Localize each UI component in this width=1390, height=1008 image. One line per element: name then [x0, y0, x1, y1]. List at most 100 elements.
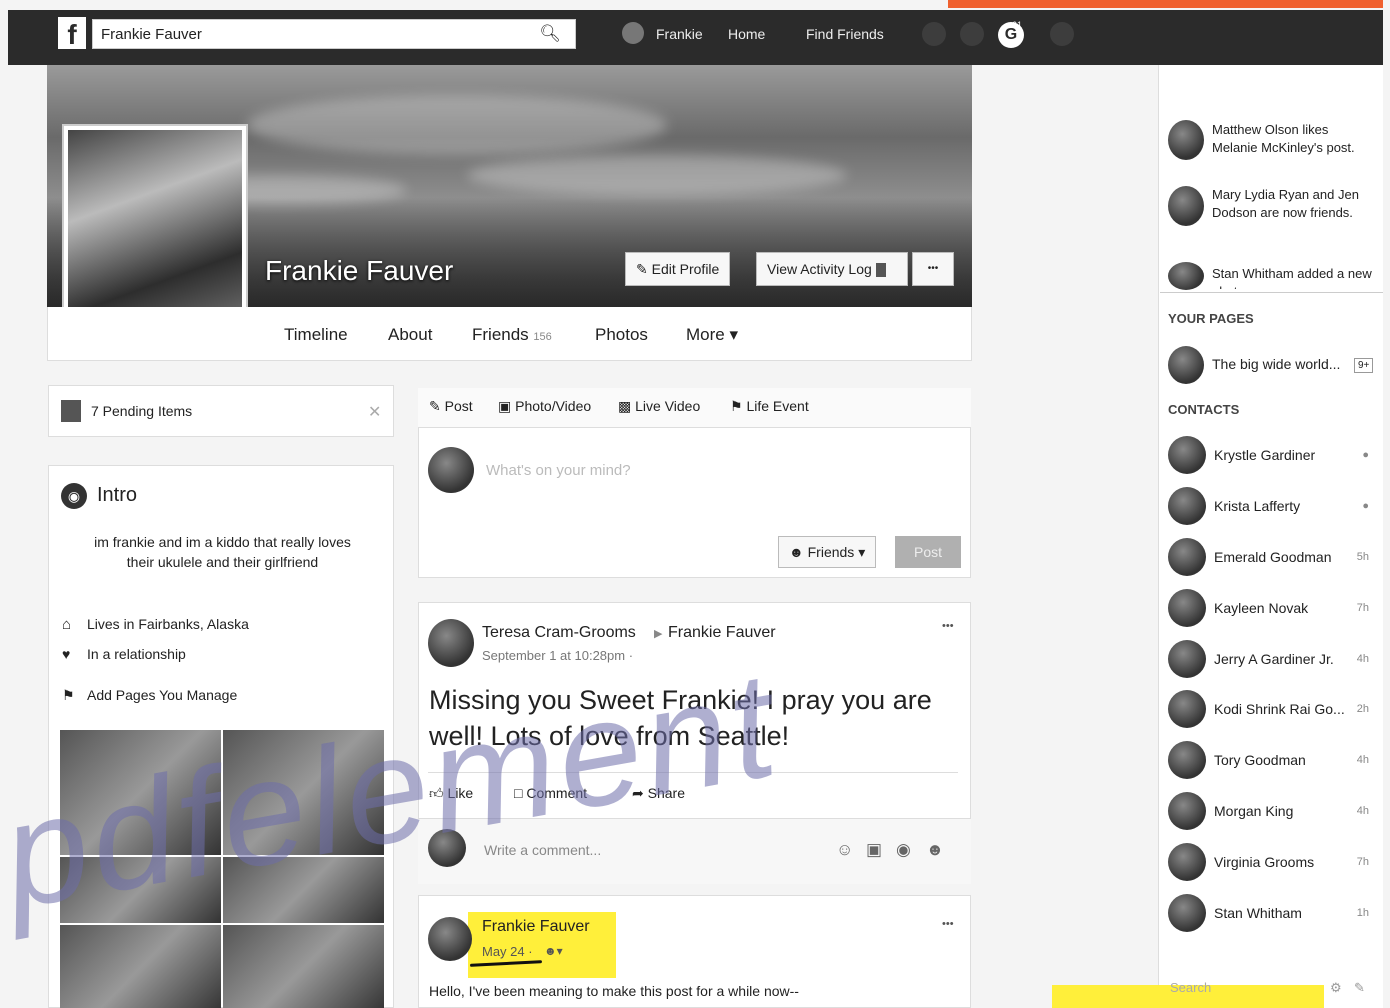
contact-item[interactable]: Emerald Goodman 5h [1168, 538, 1373, 582]
contact-item[interactable]: Krista Lafferty ● [1168, 487, 1373, 531]
video-icon: ▩ [618, 398, 636, 414]
ticker-item[interactable]: Mary Lydia Ryan and Jen Dodson are now f… [1212, 186, 1372, 222]
composer-tab-photo[interactable]: ▣ Photo/Video [498, 398, 591, 415]
composer-tab-post[interactable]: ✎ Post [429, 398, 473, 415]
post-options-icon[interactable]: ••• [942, 620, 954, 632]
page-avatar[interactable] [1168, 346, 1204, 384]
contact-item[interactable]: Tory Goodman 4h [1168, 741, 1373, 785]
photo-thumbnail[interactable] [223, 925, 384, 1008]
search-input[interactable] [93, 20, 533, 48]
camera-icon: ▣ [498, 398, 516, 414]
audience-dropdown-icon[interactable]: ☻▾ [544, 944, 563, 958]
sidebar-divider [1160, 292, 1383, 293]
post-button[interactable]: Post [895, 536, 961, 568]
nav-find-friends-link[interactable]: Find Friends [806, 26, 884, 42]
messages-icon[interactable] [960, 22, 984, 46]
contact-name: Kayleen Novak [1214, 600, 1309, 616]
tab-friends[interactable]: Friends 156 [472, 325, 552, 345]
gif-icon[interactable]: ◉ [896, 840, 911, 860]
contact-name: Tory Goodman [1214, 752, 1306, 768]
sticker-icon[interactable]: ☻ [926, 840, 944, 860]
close-icon[interactable]: ✕ [368, 402, 381, 422]
friend-requests-icon[interactable] [922, 22, 946, 46]
post-author-link[interactable]: Frankie Fauver [482, 918, 590, 936]
search-box[interactable]: 🔍︎ [92, 19, 576, 49]
profile-name: Frankie Fauver [265, 255, 454, 286]
user-avatar-icon[interactable] [622, 22, 644, 44]
post-timestamp[interactable]: September 1 at 10:28pm · [482, 648, 633, 663]
post-author-link[interactable]: Teresa Cram-Grooms [482, 624, 636, 642]
view-activity-log-button[interactable]: View Activity Log [756, 252, 908, 286]
composer-tab-live[interactable]: ▩ Live Video [618, 398, 700, 415]
pencil-icon: ✎ [636, 261, 648, 277]
comment-input[interactable]: Write a comment... [484, 842, 601, 858]
contact-item[interactable]: Kodi Shrink Rai Go... 2h [1168, 690, 1373, 734]
audience-selector[interactable]: ☻ Friends ▾ [778, 536, 877, 568]
contact-status: 5h [1356, 551, 1369, 563]
camera-icon[interactable]: ▣ [866, 840, 882, 860]
tab-friends-label: Friends [472, 325, 529, 344]
ticker-avatar[interactable] [1168, 186, 1204, 226]
contact-item[interactable]: Jerry A Gardiner Jr. 4h [1168, 640, 1373, 684]
photo-thumbnail[interactable] [60, 925, 221, 1008]
post-text: Missing you Sweet Frankie! I pray you ar… [429, 685, 932, 751]
photo-thumbnail[interactable] [223, 857, 384, 923]
post-author-avatar[interactable] [428, 917, 472, 961]
contact-avatar [1168, 538, 1206, 576]
post-timestamp[interactable]: May 24 · [482, 944, 533, 959]
add-pages-link[interactable]: Add Pages You Manage [87, 687, 237, 703]
gear-icon[interactable]: ⚙ [1330, 980, 1342, 996]
post-author-avatar[interactable] [428, 619, 474, 667]
page-link[interactable]: The big wide world... [1212, 356, 1340, 372]
nav-user-link[interactable]: Frankie [656, 26, 703, 42]
contact-avatar [1168, 894, 1206, 932]
lives-in-text[interactable]: Lives in Fairbanks, Alaska [87, 616, 249, 632]
profile-picture[interactable] [62, 124, 248, 338]
photo-thumbnail[interactable] [60, 857, 221, 923]
facebook-logo-icon[interactable]: f [58, 17, 86, 50]
share-button[interactable]: ➦ Share [632, 785, 685, 802]
photo-thumbnail[interactable] [60, 730, 221, 855]
quick-help-icon[interactable] [1050, 22, 1074, 46]
contact-search-input[interactable]: Search [1170, 980, 1211, 995]
search-icon[interactable]: 🔍︎ [539, 24, 561, 44]
contact-item[interactable]: Krystle Gardiner ● [1168, 436, 1373, 480]
comment-button[interactable]: □ Comment [514, 785, 587, 801]
contact-item[interactable]: Stan Whitham 1h [1168, 894, 1373, 938]
like-label: Like [447, 785, 474, 801]
contact-item[interactable]: Virginia Grooms 7h [1168, 843, 1373, 887]
flag-icon: ⚑ [62, 687, 75, 703]
profile-more-button[interactable]: ••• [912, 252, 954, 286]
ticker-avatar[interactable] [1168, 262, 1204, 290]
compose-icon[interactable]: ✎ [1354, 980, 1365, 996]
home-icon: ⌂ [62, 616, 72, 633]
pending-items-label[interactable]: 7 Pending Items [91, 403, 192, 419]
activity-log-badge-icon [875, 263, 886, 278]
ticker-item[interactable]: Stan Whitham added a new photo. [1212, 265, 1377, 289]
heart-icon: ♥ [62, 646, 71, 662]
ticker-avatar[interactable] [1168, 120, 1204, 160]
like-button[interactable]: 👍︎ Like [429, 785, 473, 802]
ticker-item[interactable]: Matthew Olson likes Melanie McKinley's p… [1212, 121, 1377, 157]
nav-home-link[interactable]: Home [728, 26, 765, 42]
contact-name: Krystle Gardiner [1214, 447, 1316, 463]
contact-item[interactable]: Kayleen Novak 7h [1168, 589, 1373, 633]
post-target-link[interactable]: Frankie Fauver [668, 624, 776, 642]
post-options-icon[interactable]: ••• [942, 918, 954, 930]
edit-profile-button[interactable]: ✎ Edit Profile [625, 252, 731, 286]
friends-count: 156 [533, 331, 552, 343]
composer-tab-life-event[interactable]: ⚑ Life Event [730, 398, 809, 415]
contact-name: Stan Whitham [1214, 905, 1302, 921]
tab-about[interactable]: About [388, 325, 432, 345]
contact-name: Krista Lafferty [1214, 498, 1301, 514]
composer-input[interactable]: What's on your mind? [486, 462, 631, 479]
tab-more[interactable]: More ▾ [686, 325, 738, 345]
contact-item[interactable]: Morgan King 4h [1168, 792, 1373, 836]
photo-thumbnail[interactable] [223, 730, 384, 855]
emoji-icon[interactable]: ☺ [836, 840, 853, 860]
tab-photos[interactable]: Photos [595, 325, 648, 345]
contact-name: Kodi Shrink Rai Go... [1214, 701, 1345, 717]
contacts-heading: CONTACTS [1168, 402, 1240, 417]
tab-timeline[interactable]: Timeline [284, 325, 348, 345]
relationship-text[interactable]: In a relationship [87, 646, 186, 662]
